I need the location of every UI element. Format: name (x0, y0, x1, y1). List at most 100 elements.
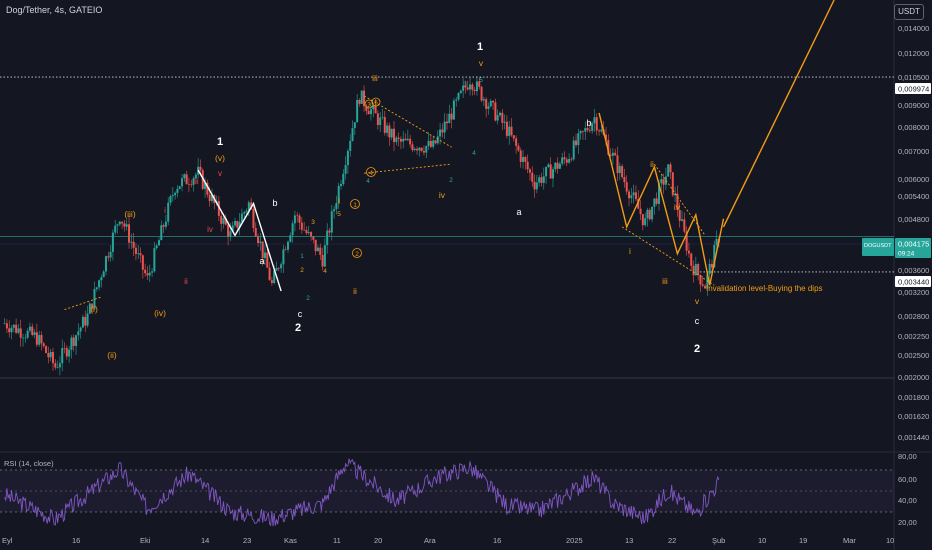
candle-body (86, 313, 89, 326)
candle-body (346, 150, 349, 166)
candle-body (169, 196, 172, 203)
candle-body (411, 144, 414, 151)
candle-body (383, 116, 386, 133)
candle-body (65, 348, 68, 357)
candle-body (584, 128, 587, 132)
svg-text:3: 3 (463, 81, 467, 88)
candle-body (524, 157, 527, 162)
candle-body (100, 277, 103, 281)
price-tick: 0,004800 (898, 215, 929, 224)
candle-body (496, 115, 499, 121)
candle-body (505, 121, 508, 136)
candle-body (667, 164, 670, 177)
candle-body (123, 223, 126, 227)
wave-label: ii (650, 159, 654, 169)
candle-body (575, 140, 578, 146)
time-tick: Şub (712, 536, 725, 545)
candle-body (35, 332, 38, 345)
svg-text:3: 3 (311, 219, 315, 226)
candle-body (492, 100, 495, 103)
candle-body (446, 121, 448, 124)
candle-body (429, 140, 432, 147)
candle-body (155, 245, 158, 249)
svg-text:09:24: 09:24 (898, 251, 915, 258)
candle-body (402, 138, 405, 142)
candle-body (45, 346, 48, 354)
candle-body (641, 214, 644, 226)
price-tick: 0,006000 (898, 175, 929, 184)
candle-body (47, 353, 50, 358)
candle-body (360, 90, 363, 104)
svg-text:DOGUSDT: DOGUSDT (864, 243, 892, 249)
candle-body (342, 173, 345, 184)
chart-canvas[interactable]: RSI (14, close) 0,014000 0,012000 0,0105… (0, 0, 932, 550)
candle-body (443, 121, 446, 133)
candle-body (277, 268, 280, 269)
candle-body (296, 215, 299, 217)
svg-text:1: 1 (353, 202, 357, 209)
candle-body (487, 106, 490, 109)
candle-body (379, 117, 382, 125)
candle-body (312, 236, 315, 240)
candle-body (395, 137, 398, 143)
candle-body (259, 241, 262, 243)
candle-body (61, 348, 64, 364)
candle-body (340, 183, 343, 186)
time-tick: Mar (843, 536, 856, 545)
candle-body (310, 232, 313, 237)
candle-body (646, 209, 649, 219)
time-tick: Kas (284, 536, 297, 545)
candle-body (174, 192, 177, 196)
symbol-title[interactable]: Dog/Tether, 4s, GATEIO (6, 5, 102, 15)
candle-body (409, 138, 412, 145)
candle-body (671, 172, 674, 196)
candle-body (75, 335, 78, 346)
candle-body (466, 87, 469, 90)
candle-body (81, 316, 84, 328)
candle-body (475, 81, 478, 92)
candle-body (687, 250, 690, 254)
currency-button[interactable]: USDT (894, 4, 924, 20)
wave-label: a (259, 256, 264, 266)
candle-body (526, 161, 529, 170)
candle-body (307, 232, 310, 234)
price-tick: 0,003600 (898, 266, 929, 275)
candle-body (243, 212, 246, 214)
wave-labels-red: iii iv v i ii (164, 169, 222, 286)
price-tick: 0,001620 (898, 412, 929, 421)
svg-text:0,009974: 0,009974 (898, 85, 929, 94)
rsi-axis: 80,00 60,00 40,00 20,00 (898, 452, 917, 527)
price-tick: 0,007000 (898, 147, 929, 156)
candle-body (130, 241, 133, 243)
time-tick: Ara (424, 536, 437, 545)
candle-body (710, 263, 713, 268)
candle-body (549, 164, 552, 179)
candle-body (199, 166, 202, 171)
candle-body (287, 241, 290, 250)
svg-text:4: 4 (323, 268, 327, 275)
invalidation-annotation: Invalidation level-Buying the dips (706, 284, 823, 293)
wave-label: (iv) (154, 308, 166, 318)
time-tick: 13 (625, 536, 633, 545)
candle-body (690, 253, 693, 266)
svg-text:iv: iv (207, 225, 213, 234)
wave-label: iii (372, 73, 378, 83)
candle-body (554, 162, 557, 170)
candle-body (356, 100, 359, 123)
svg-text:0,004175: 0,004175 (898, 240, 929, 249)
candle-body (662, 179, 665, 185)
candle-body (22, 337, 25, 339)
candle-body (358, 100, 361, 104)
wave-label: I (338, 196, 340, 206)
price-tick: 0,002800 (898, 312, 929, 321)
price-tick: 0,009000 (898, 101, 929, 110)
time-tick: 20 (374, 536, 382, 545)
candle-body (49, 351, 52, 358)
candle-body (118, 221, 121, 225)
candle-body (455, 99, 458, 101)
wave-label: 1 (217, 136, 223, 148)
candle-body (266, 252, 269, 268)
candle-body (98, 280, 101, 288)
time-axis[interactable]: Eyl 16 Eki 14 23 Kas 11 20 Ara 16 2025 1… (2, 536, 894, 545)
candle-body (125, 224, 128, 227)
